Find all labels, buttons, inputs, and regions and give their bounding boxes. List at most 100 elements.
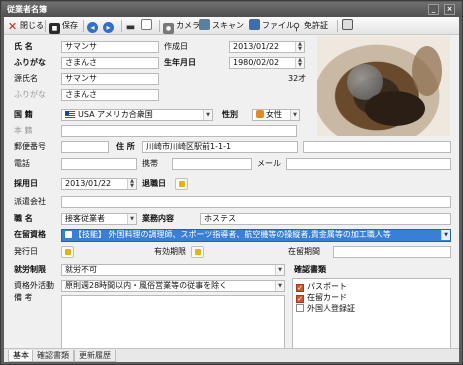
domicile-label: 本 籍 bbox=[14, 126, 33, 135]
page-preview-icon bbox=[141, 19, 152, 30]
toolbar-divider bbox=[45, 20, 46, 32]
scan-button[interactable]: スキャン bbox=[199, 19, 244, 33]
postal-label: 郵便番号 bbox=[14, 142, 46, 151]
previous-record-button[interactable]: ◂ bbox=[87, 19, 100, 33]
birth-date-label: 生年月日 bbox=[164, 58, 196, 67]
checkbox-unchecked-icon[interactable] bbox=[296, 304, 304, 312]
calendar-icon[interactable] bbox=[191, 246, 204, 258]
phone-field[interactable] bbox=[61, 158, 137, 170]
chevron-down-icon[interactable]: ▼ bbox=[275, 265, 284, 275]
file-icon bbox=[249, 19, 260, 30]
gender-label: 性別 bbox=[222, 110, 238, 119]
issue-date-label: 発行日 bbox=[14, 247, 38, 256]
calendar-icon[interactable] bbox=[61, 246, 74, 258]
toolbar-divider bbox=[337, 20, 338, 32]
confirmation-docs-label: 確認書類 bbox=[294, 265, 326, 274]
chevron-down-icon[interactable]: ▼ bbox=[290, 110, 299, 120]
postal-field[interactable] bbox=[61, 141, 109, 153]
preview-button[interactable] bbox=[141, 19, 154, 33]
doc-item-passport[interactable]: ✓ パスポート bbox=[296, 281, 447, 292]
alias-kana-field[interactable]: さまんさ bbox=[61, 89, 159, 101]
dispatch-company-label: 派遣会社 bbox=[14, 197, 46, 206]
alias-field[interactable]: サマンサ bbox=[61, 73, 159, 85]
birth-date-field[interactable]: 1980/02/02 ▲ ▼ bbox=[229, 57, 305, 69]
stay-period-field[interactable] bbox=[333, 246, 451, 258]
save-button[interactable]: ■ 保存 bbox=[49, 19, 78, 34]
remarks-textarea[interactable] bbox=[61, 295, 285, 355]
work-content-label: 業務内容 bbox=[142, 214, 174, 223]
name-field[interactable]: サマンサ bbox=[61, 41, 159, 53]
us-flag-icon bbox=[65, 111, 75, 118]
chevron-down-icon[interactable]: ▼ bbox=[441, 230, 450, 240]
confirmation-docs-list: ✓ パスポート ✓ 在留カード 外国人登録証 bbox=[292, 278, 451, 355]
spin-arrows-icon[interactable]: ▲ ▼ bbox=[295, 42, 304, 52]
tab-confirmation-docs[interactable]: 確認書類 bbox=[32, 350, 74, 362]
person-icon bbox=[256, 110, 264, 118]
toolbar-divider bbox=[83, 20, 84, 32]
next-record-button[interactable]: ▸ bbox=[103, 19, 116, 33]
window-titlebar: 従業者名簿 _ × bbox=[2, 2, 461, 17]
retire-date-label: 退職日 bbox=[142, 179, 166, 188]
close-button[interactable]: ✕ 閉じる bbox=[7, 19, 44, 33]
bottom-tabs: 基本 確認書類 更新履歴 bbox=[4, 348, 459, 362]
employment-limit-select[interactable]: 就労不可 ▼ bbox=[61, 264, 285, 276]
close-x-icon: ✕ bbox=[7, 20, 18, 33]
doc-item-alien-registration[interactable]: 外国人登録証 bbox=[296, 303, 447, 314]
toolbar-divider bbox=[121, 20, 122, 32]
residence-status-select[interactable]: 【技能】 外国料理の調理師、スポーツ指導者、航空機等の操縦者,貴金属等の加工職人… bbox=[61, 229, 451, 242]
checkbox-checked-icon[interactable]: ✓ bbox=[296, 295, 304, 303]
chevron-down-icon[interactable]: ▼ bbox=[275, 281, 284, 291]
status-icon bbox=[65, 231, 72, 238]
lock-button[interactable] bbox=[342, 19, 355, 33]
address-label: 住 所 bbox=[116, 142, 135, 151]
domicile-field[interactable] bbox=[61, 125, 297, 137]
hire-date-label: 採用日 bbox=[14, 179, 38, 188]
gender-select[interactable]: 女性 ▼ bbox=[252, 109, 300, 121]
remarks-label: 備 考 bbox=[14, 293, 33, 302]
checkbox-checked-icon[interactable]: ✓ bbox=[296, 284, 304, 292]
employment-limit-label: 就労制限 bbox=[14, 265, 46, 274]
toolbar: ✕ 閉じる ■ 保存 ◂ ▸ ▬ ● カメラ スキャン ファイル ⚲ 免許証 bbox=[4, 17, 459, 35]
tab-update-history[interactable]: 更新履歴 bbox=[74, 350, 116, 362]
nationality-select[interactable]: USA アメリカ合衆国 ▼ bbox=[61, 109, 213, 121]
duty-select[interactable]: 接客従業者 ▼ bbox=[61, 213, 137, 225]
stay-period-label: 在留期間 bbox=[288, 247, 320, 256]
employee-photo[interactable] bbox=[317, 36, 450, 136]
dispatch-company-field[interactable] bbox=[61, 196, 451, 208]
spin-arrows-icon[interactable]: ▲ ▼ bbox=[295, 58, 304, 68]
work-content-field[interactable]: ホステス bbox=[200, 213, 451, 225]
doc-item-residence-card[interactable]: ✓ 在留カード bbox=[296, 292, 447, 303]
license-button[interactable]: ⚲ 免許証 bbox=[291, 19, 328, 33]
arrow-right-icon: ▸ bbox=[103, 22, 114, 33]
created-date-field[interactable]: 2013/01/22 ▲ ▼ bbox=[229, 41, 305, 53]
calendar-icon[interactable] bbox=[175, 178, 188, 190]
tab-basic[interactable]: 基本 bbox=[8, 350, 34, 362]
duty-label: 職 名 bbox=[14, 214, 33, 223]
chevron-down-icon[interactable]: ▼ bbox=[203, 110, 212, 120]
address-field[interactable]: 川崎市川崎区駅前1-1-1 bbox=[142, 141, 298, 153]
mail-label: メール bbox=[257, 159, 281, 168]
address-line2-field[interactable] bbox=[303, 141, 451, 153]
file-button[interactable]: ファイル bbox=[249, 19, 294, 33]
client-area: ✕ 閉じる ■ 保存 ◂ ▸ ▬ ● カメラ スキャン ファイル ⚲ 免許証 氏… bbox=[4, 17, 459, 362]
chevron-down-icon[interactable]: ▼ bbox=[127, 214, 136, 224]
extra-activity-label: 資格外活動 bbox=[14, 281, 54, 290]
toolbar-divider bbox=[159, 20, 160, 32]
name-label: 氏 名 bbox=[14, 42, 33, 51]
mobile-field[interactable] bbox=[172, 158, 252, 170]
alias-kana-label: ふりがな bbox=[14, 90, 46, 99]
spin-arrows-icon[interactable]: ▲ ▼ bbox=[127, 179, 136, 189]
close-window-icon[interactable]: × bbox=[444, 4, 455, 15]
kana-field[interactable]: さまんさ bbox=[61, 57, 159, 69]
minimize-icon[interactable]: _ bbox=[428, 4, 439, 15]
print-button[interactable]: ▬ bbox=[125, 19, 138, 33]
magnifier-icon: ⚲ bbox=[292, 22, 301, 33]
camera-button[interactable]: ● カメラ bbox=[163, 19, 200, 34]
arrow-left-icon: ◂ bbox=[87, 22, 98, 33]
mobile-label: 携帯 bbox=[142, 159, 158, 168]
mail-field[interactable] bbox=[286, 158, 451, 170]
created-date-label: 作成日 bbox=[164, 42, 188, 51]
phone-label: 電話 bbox=[14, 159, 30, 168]
hire-date-field[interactable]: 2013/01/22 ▲ ▼ bbox=[61, 178, 137, 190]
extra-activity-select[interactable]: 原則週28時間以内・風俗営業等の従事を除く ▼ bbox=[61, 280, 285, 292]
